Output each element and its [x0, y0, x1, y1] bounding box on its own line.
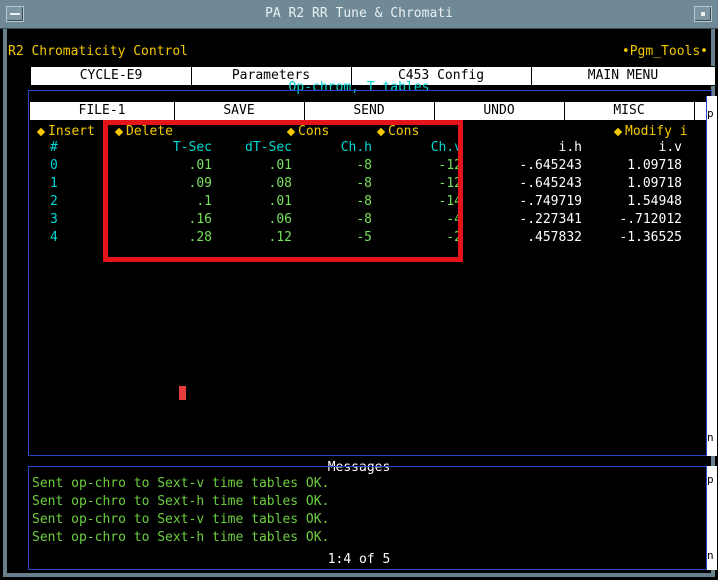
- scroll-prev[interactable]: p: [707, 108, 717, 120]
- insert-label: Insert: [48, 124, 95, 139]
- save-button[interactable]: SAVE: [174, 102, 305, 120]
- messages-footer: 1:4 of 5: [327, 552, 391, 567]
- diamond-icon: [613, 127, 623, 137]
- iv-cell: -1.36525: [619, 230, 682, 245]
- app-window: PA R2 RR Tune & Chromati R2 Chromaticity…: [0, 0, 718, 580]
- send-button[interactable]: SEND: [304, 102, 435, 120]
- message-line: Sent op-chro to Sext-v time tables OK.: [32, 512, 330, 527]
- header-iv: i.v: [658, 140, 682, 155]
- pgm-tools-link[interactable]: •Pgm_Tools•: [622, 44, 708, 59]
- iv-cell: 1.54948: [627, 194, 682, 209]
- app-header: R2 Chromaticity Control •Pgm_Tools•: [8, 44, 708, 62]
- message-line: Sent op-chro to Sext-h time tables OK.: [32, 494, 330, 509]
- messages-scrollbar[interactable]: p n: [706, 466, 717, 570]
- undo-button[interactable]: UNDO: [434, 102, 565, 120]
- iv-cell: -.712012: [619, 212, 682, 227]
- iv-cell: 1.09718: [627, 176, 682, 191]
- op-table-toolbar: FILE-1 SAVE SEND UNDO MISC: [30, 102, 710, 120]
- scroll-next[interactable]: n: [707, 432, 717, 444]
- message-line: Sent op-chro to Sext-h time tables OK.: [32, 530, 330, 545]
- maximize-button[interactable]: [694, 6, 712, 22]
- row-index: 4: [50, 230, 58, 245]
- insert-action[interactable]: Insert: [36, 124, 95, 139]
- file-1-button[interactable]: FILE-1: [30, 102, 175, 120]
- row-index: 1: [50, 176, 58, 191]
- iv-cell: 1.09718: [627, 158, 682, 173]
- row-index: 3: [50, 212, 58, 227]
- header-title: R2 Chromaticity Control: [8, 44, 189, 59]
- op-table-scrollbar[interactable]: p n: [706, 96, 717, 456]
- message-line: Sent op-chro to Sext-v time tables OK.: [32, 476, 330, 491]
- scroll-prev[interactable]: p: [707, 474, 717, 486]
- title-bar[interactable]: PA R2 RR Tune & Chromati: [0, 0, 718, 29]
- header-index: #: [50, 140, 58, 155]
- highlight-box: [103, 120, 463, 262]
- row-index: 0: [50, 158, 58, 173]
- misc-button[interactable]: MISC: [564, 102, 695, 120]
- square-icon: [701, 12, 705, 16]
- ih-cell: .457832: [527, 230, 582, 245]
- ih-cell: -.227341: [519, 212, 582, 227]
- ih-cell: -.645243: [519, 158, 582, 173]
- modify-action[interactable]: Modify i: [613, 124, 688, 139]
- text-cursor: [179, 386, 186, 400]
- header-ih: i.h: [558, 140, 582, 155]
- modify-label: Modify i: [625, 124, 688, 139]
- ih-cell: -.645243: [519, 176, 582, 191]
- window-title: PA R2 RR Tune & Chromati: [265, 6, 453, 21]
- scroll-next[interactable]: n: [707, 550, 717, 562]
- ih-cell: -.749719: [519, 194, 582, 209]
- diamond-icon: [36, 127, 46, 137]
- row-index: 2: [50, 194, 58, 209]
